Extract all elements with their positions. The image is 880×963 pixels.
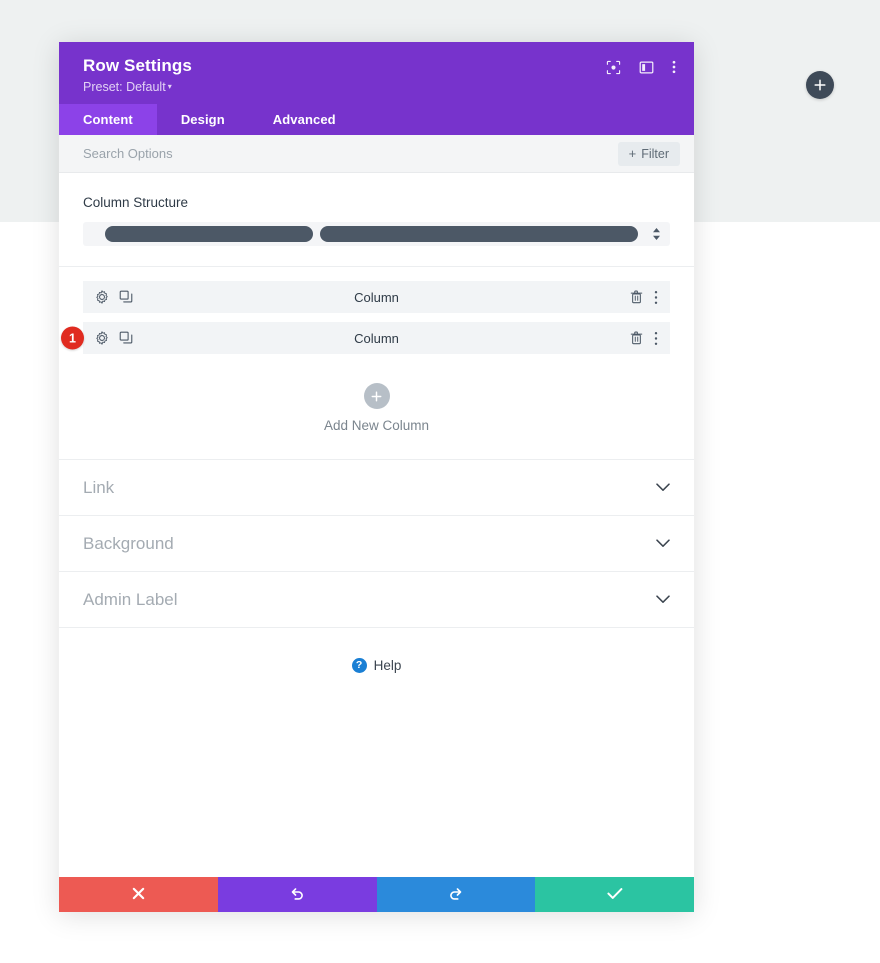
trash-icon[interactable]: [630, 290, 643, 304]
tab-design[interactable]: Design: [157, 104, 249, 135]
plus-icon: +: [628, 146, 637, 161]
more-vertical-icon[interactable]: [672, 59, 676, 75]
more-vertical-icon[interactable]: [654, 331, 658, 346]
column-structure-label: Column Structure: [83, 195, 189, 210]
column-row-label: Column: [354, 330, 399, 346]
page-title: Row Settings: [83, 56, 192, 75]
focus-icon[interactable]: [606, 60, 621, 75]
gear-icon[interactable]: [95, 331, 109, 345]
search-bar: + Filter: [59, 135, 694, 173]
preset-label: Preset: Default: [83, 80, 166, 94]
trash-icon[interactable]: [630, 331, 643, 345]
section-link-label: Link: [83, 477, 115, 497]
stepper-icon[interactable]: [648, 228, 664, 240]
duplicate-icon[interactable]: [119, 331, 133, 345]
undo-icon: [290, 886, 305, 904]
status-badge: 1: [61, 326, 84, 350]
check-icon: [607, 887, 623, 903]
redo-icon: [448, 886, 463, 904]
column-row-right-icons: [598, 290, 658, 305]
gear-icon[interactable]: [95, 290, 109, 304]
column-structure-select[interactable]: [83, 222, 670, 246]
modal-body: Column Structure Column 1 Column Add New…: [59, 173, 694, 877]
column-structure-bar-2: [320, 226, 638, 242]
modal-header: Row Settings Preset: Default ▾: [59, 42, 694, 104]
modal-tabs: Content Design Advanced: [59, 104, 694, 135]
column-row-label: Column: [354, 289, 399, 305]
tab-advanced[interactable]: Advanced: [249, 104, 360, 135]
section-background-label: Background: [83, 533, 174, 553]
undo-button[interactable]: [217, 877, 377, 912]
add-new-column-label: Add New Column: [323, 418, 430, 433]
floating-add-section-button[interactable]: [806, 71, 834, 99]
help-link[interactable]: ? Help: [59, 628, 694, 673]
redo-button[interactable]: [376, 877, 536, 912]
preset-selector[interactable]: Preset: Default ▾: [83, 79, 172, 95]
table-row[interactable]: Column: [83, 281, 670, 313]
section-admin-label-label: Admin Label: [83, 589, 178, 609]
header-icon-group: [606, 59, 676, 75]
chevron-down-icon: ▾: [167, 82, 172, 91]
column-row-left-icons: [95, 290, 155, 304]
chevron-down-icon: [656, 539, 670, 548]
search-input[interactable]: [83, 146, 483, 161]
save-button[interactable]: [535, 877, 694, 912]
column-row-left-icons: [95, 331, 155, 345]
column-row-right-icons: [598, 331, 658, 346]
section-admin-label[interactable]: Admin Label: [59, 572, 694, 628]
chevron-down-icon: [656, 595, 670, 604]
duplicate-icon[interactable]: [119, 290, 133, 304]
filter-button-label: Filter: [641, 146, 669, 161]
add-new-column-button[interactable]: Add New Column: [59, 363, 694, 460]
tab-content[interactable]: Content: [59, 104, 157, 135]
modal-footer: [59, 877, 694, 912]
close-icon: [132, 887, 145, 903]
question-circle-icon: ?: [351, 658, 367, 673]
column-structure-bar-1: [105, 226, 313, 242]
column-structure-section: Column Structure: [59, 173, 694, 267]
row-settings-modal: Row Settings Preset: Default ▾ Content D…: [59, 42, 694, 912]
help-label: Help: [373, 658, 402, 673]
layout-panel-icon[interactable]: [639, 60, 654, 75]
cancel-button[interactable]: [59, 877, 218, 912]
chevron-down-icon: [656, 483, 670, 492]
plus-icon: [363, 383, 390, 409]
plus-icon: [814, 79, 826, 91]
more-vertical-icon[interactable]: [654, 290, 658, 305]
column-list: Column 1 Column: [59, 281, 694, 354]
filter-button[interactable]: + Filter: [617, 141, 680, 166]
table-row[interactable]: 1 Column: [61, 322, 670, 354]
section-background[interactable]: Background: [59, 516, 694, 572]
section-link[interactable]: Link: [59, 460, 694, 516]
